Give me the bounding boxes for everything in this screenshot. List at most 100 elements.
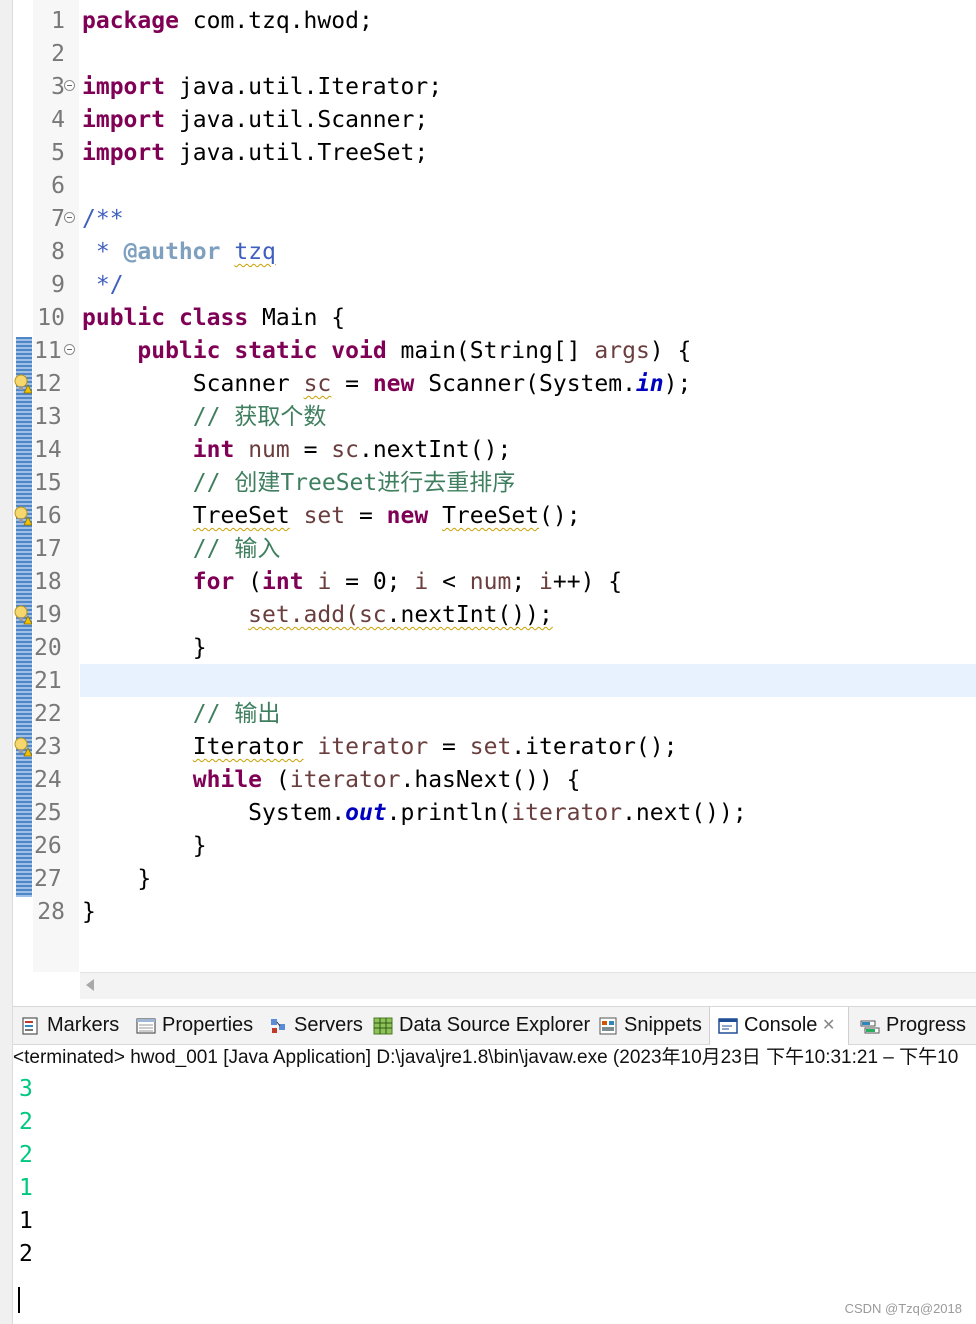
code-text[interactable]: Scanner sc = new Scanner(System.in); — [82, 368, 692, 401]
scroll-left-arrow-icon[interactable] — [86, 979, 94, 991]
text-caret — [18, 1287, 20, 1313]
code-token: ( — [234, 569, 263, 595]
code-line[interactable]: 3 import java.util.Iterator; — [0, 71, 976, 104]
console-output[interactable]: 3 2 2 1 1 2 — [13, 1073, 976, 1324]
javadoc-text[interactable]: */ — [82, 269, 124, 302]
code-line[interactable]: 16 TreeSet set = new TreeSet(); — [0, 500, 976, 533]
code-line[interactable]: 21 — [0, 665, 976, 698]
code-text[interactable]: } — [82, 896, 96, 929]
code-text[interactable]: // 输入 — [82, 533, 281, 566]
keyword: import — [82, 74, 166, 100]
console-input-line: 3 — [19, 1076, 33, 1102]
javadoc-token: tzq — [234, 239, 276, 265]
code-token: com.tzq.hwod; — [178, 8, 373, 34]
code-text[interactable]: } — [82, 863, 151, 896]
javadoc-text[interactable]: /** — [82, 203, 124, 236]
views-tab-bar: Markers Properties Servers Data Source E… — [13, 1006, 976, 1045]
code-text[interactable]: } — [82, 830, 207, 863]
parameter-token: args — [594, 338, 650, 364]
code-token: = — [289, 437, 332, 463]
code-text[interactable]: // 输出 — [82, 698, 281, 731]
code-line[interactable]: 14 int num = sc.nextInt(); — [0, 434, 976, 467]
code-token: ); — [663, 371, 692, 397]
fold-collapse-icon[interactable] — [64, 80, 75, 91]
code-text[interactable]: int num = sc.nextInt(); — [82, 434, 512, 467]
tab-console[interactable]: Console ✕ — [709, 1007, 849, 1045]
code-line[interactable]: 8 * @author tzq — [0, 236, 976, 269]
line-number: 11 — [34, 338, 62, 364]
code-line[interactable]: 25 System.out.println(iterator.next()); — [0, 797, 976, 830]
code-token: TreeSet — [192, 503, 290, 529]
code-line[interactable]: 17 // 输入 — [0, 533, 976, 566]
code-text[interactable]: System.out.println(iterator.next()); — [82, 797, 747, 830]
line-number: 24 — [34, 767, 62, 793]
code-line[interactable]: 24 while (iterator.hasNext()) { — [0, 764, 976, 797]
fold-collapse-icon[interactable] — [64, 212, 75, 223]
code-text[interactable]: TreeSet set = new TreeSet(); — [82, 500, 581, 533]
code-line[interactable]: 1 package com.tzq.hwod; — [0, 5, 976, 38]
code-line[interactable]: 11 public static void main(String[] args… — [0, 335, 976, 368]
local-variable-token: i — [317, 569, 332, 595]
keyword: new — [372, 371, 415, 397]
code-line[interactable]: 2 — [0, 38, 976, 71]
code-text[interactable]: while (iterator.hasNext()) { — [82, 764, 581, 797]
code-line[interactable]: 10 public class Main { — [0, 302, 976, 335]
javadoc-token: * — [82, 239, 124, 265]
code-line[interactable]: 27 } — [0, 863, 976, 896]
code-text[interactable]: package com.tzq.hwod; — [82, 5, 373, 38]
code-text[interactable]: * @author tzq — [82, 236, 276, 269]
code-line[interactable]: 26 } — [0, 830, 976, 863]
code-token: System. — [82, 800, 346, 826]
code-editor[interactable]: 1 package com.tzq.hwod; 2 3 import java.… — [0, 0, 976, 999]
code-line[interactable]: 18 for (int i = 0; i < num; i++) { — [0, 566, 976, 599]
code-line[interactable]: 12 Scanner sc = new Scanner(System.in); — [0, 368, 976, 401]
code-token: java.util.TreeSet; — [165, 140, 429, 166]
code-line[interactable]: 19 set.add(sc.nextInt()); — [0, 599, 976, 632]
code-line[interactable]: 13 // 获取个数 — [0, 401, 976, 434]
line-number: 16 — [34, 503, 62, 529]
code-line[interactable]: 7 /** — [0, 203, 976, 236]
code-line[interactable]: 28 } — [0, 896, 976, 929]
code-token: ++) { — [552, 569, 623, 595]
line-number: 23 — [34, 734, 62, 760]
code-line[interactable]: 22 // 输出 — [0, 698, 976, 731]
code-text[interactable]: public class Main { — [82, 302, 345, 335]
code-text[interactable]: for (int i = 0; i < num; i++) { — [82, 566, 622, 599]
code-line[interactable]: 9 */ — [0, 269, 976, 302]
line-number: 21 — [34, 668, 62, 694]
code-line[interactable]: 23 Iterator iterator = set.iterator(); — [0, 731, 976, 764]
fold-collapse-icon[interactable] — [64, 344, 75, 355]
code-text[interactable]: set.add(sc.nextInt()); — [82, 599, 553, 632]
code-line[interactable]: 6 — [0, 170, 976, 203]
local-variable-token: num — [469, 569, 512, 595]
code-text[interactable]: } — [82, 632, 207, 665]
keyword: public — [82, 305, 166, 331]
code-text[interactable]: import java.util.Iterator; — [82, 71, 442, 104]
code-text[interactable]: // 获取个数 — [82, 401, 327, 434]
markers-icon — [22, 1017, 38, 1035]
code-line[interactable]: 15 // 创建TreeSet进行去重排序 — [0, 467, 976, 500]
line-number: 28 — [37, 899, 65, 925]
code-text[interactable]: Iterator iterator = set.iterator(); — [82, 731, 678, 764]
comment-token: // 输出 — [192, 701, 281, 727]
line-number: 22 — [34, 701, 62, 727]
code-text[interactable]: public static void main(String[] args) { — [82, 335, 691, 368]
code-text[interactable]: import java.util.Scanner; — [82, 104, 428, 137]
code-text[interactable]: // 创建TreeSet进行去重排序 — [82, 467, 515, 500]
code-line[interactable]: 5 import java.util.TreeSet; — [0, 137, 976, 170]
data-source-explorer-icon — [373, 1017, 393, 1035]
code-text[interactable]: import java.util.TreeSet; — [82, 137, 428, 170]
code-line[interactable]: 20 } — [0, 632, 976, 665]
console-process-header: <terminated> hwod_001 [Java Application]… — [13, 1047, 959, 1068]
local-variable-token: set — [469, 734, 512, 760]
code-line[interactable]: 4 import java.util.Scanner; — [0, 104, 976, 137]
javadoc-tag: @author — [123, 239, 221, 265]
close-icon[interactable]: ✕ — [822, 1007, 835, 1044]
local-variable-token: sc — [303, 371, 332, 397]
local-variable-token: i — [539, 569, 553, 595]
horizontal-scrollbar[interactable] — [80, 972, 976, 999]
